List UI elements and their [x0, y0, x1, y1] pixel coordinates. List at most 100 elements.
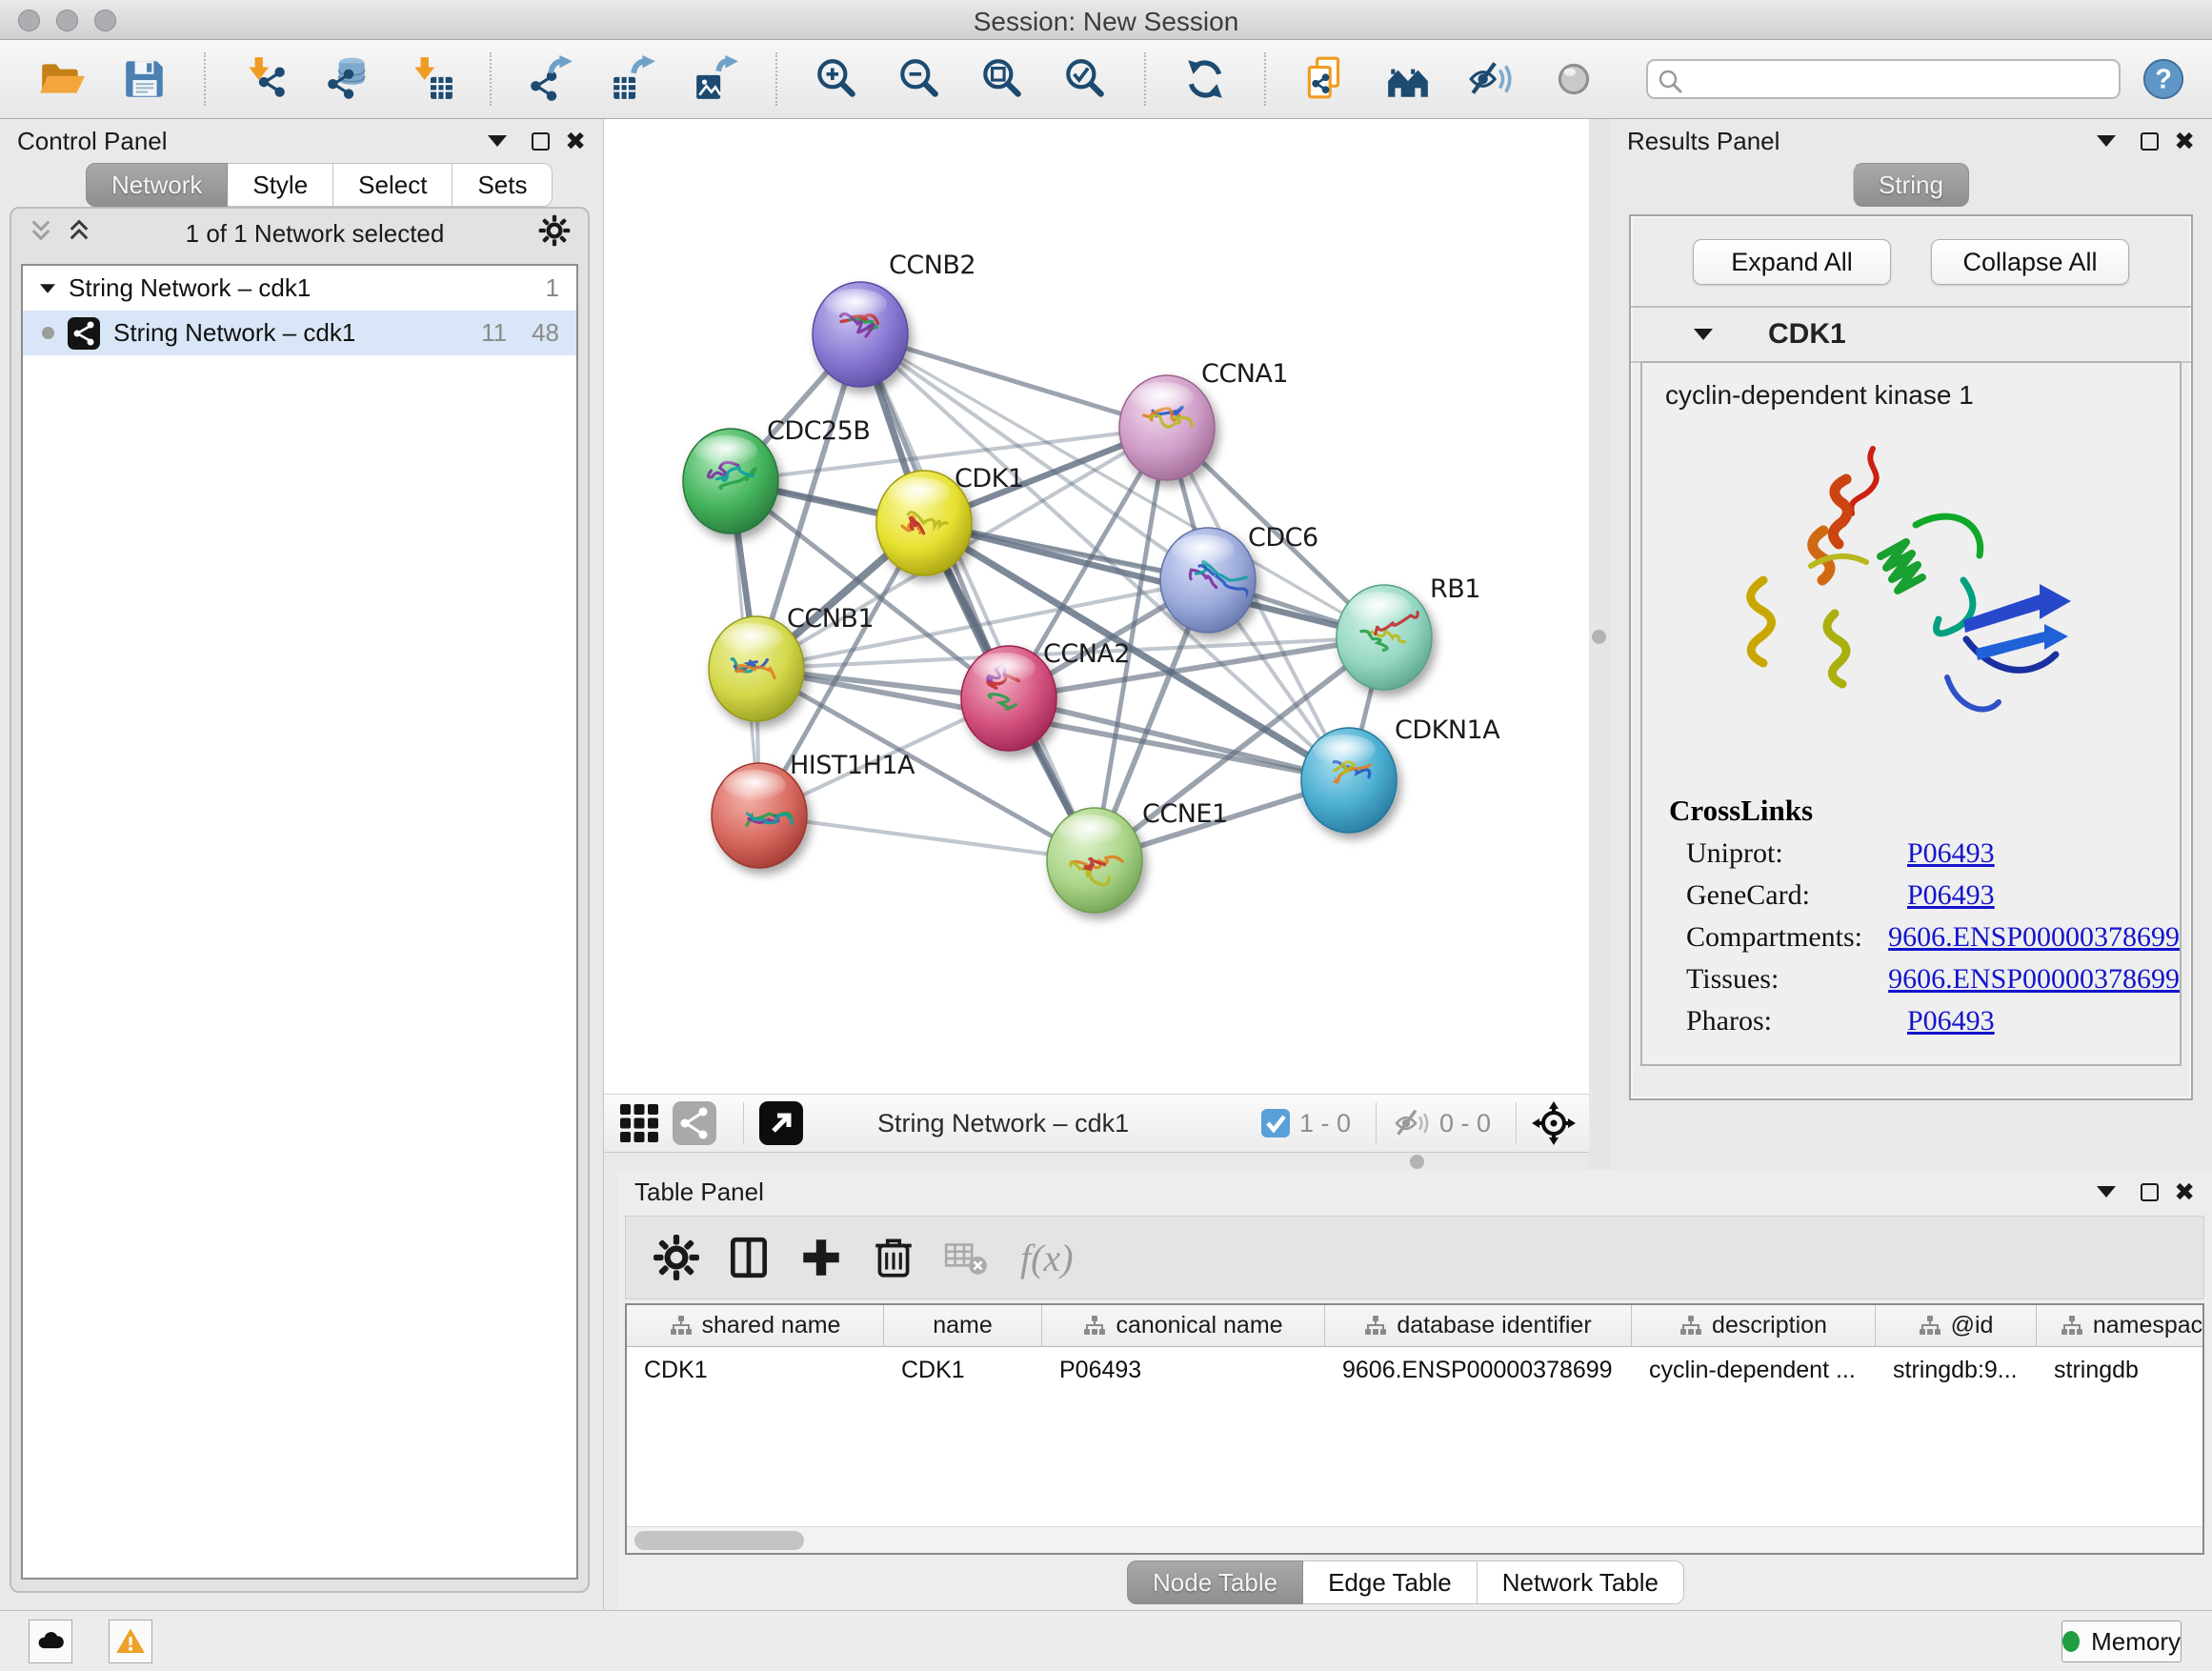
table-cell[interactable]: CDK1: [884, 1347, 1042, 1393]
column-header-namespac[interactable]: namespac: [2037, 1305, 2204, 1346]
export-table-icon[interactable]: [610, 55, 657, 103]
tab-sets[interactable]: Sets: [452, 163, 553, 207]
refresh-view-icon[interactable]: [1181, 55, 1229, 103]
toolbar-separator: [743, 1102, 744, 1144]
float-panel-icon[interactable]: [2141, 1183, 2159, 1201]
panel-menu-icon[interactable]: [488, 135, 507, 147]
import-network-database-icon[interactable]: [324, 55, 372, 103]
network-view-canvas[interactable]: CCNB2CCNA1CDC25BCDK1CDC6RB1CCNB1CCNA2CDK…: [604, 119, 1589, 1094]
network-edge-CCNB2-CCNE1[interactable]: [860, 334, 1095, 860]
network-options-gear-icon[interactable]: [538, 214, 571, 253]
birds-eye-view-icon[interactable]: [759, 1101, 803, 1145]
panel-menu-icon[interactable]: [2097, 1186, 2116, 1198]
search-input[interactable]: [1690, 61, 2111, 97]
function-builder-icon-disabled[interactable]: f(x): [1020, 1236, 1074, 1280]
column-header-name[interactable]: name: [884, 1305, 1042, 1346]
grid-view-icon[interactable]: [617, 1101, 661, 1145]
first-neighbors-icon[interactable]: [1384, 55, 1432, 103]
table-cell[interactable]: P06493: [1042, 1347, 1325, 1393]
zoom-out-icon[interactable]: [895, 55, 943, 103]
pan-target-icon[interactable]: [1532, 1101, 1576, 1145]
crosslink-link[interactable]: P06493: [1907, 837, 1995, 870]
crosslink-link[interactable]: 9606.ENSP00000378699: [1888, 963, 2180, 996]
network-node-CCNA2[interactable]: [961, 646, 1056, 751]
network-node-CCNA1[interactable]: [1119, 375, 1215, 480]
table-horizontal-scrollbar[interactable]: [627, 1526, 2202, 1553]
collapse-all-networks-icon[interactable]: [29, 219, 53, 249]
delete-column-icon[interactable]: [870, 1234, 917, 1281]
tab-node-table[interactable]: Node Table: [1127, 1560, 1303, 1604]
hide-selected-icon[interactable]: [1467, 55, 1515, 103]
column-header-canonical-name[interactable]: canonical name: [1042, 1305, 1325, 1346]
crosslink-link[interactable]: 9606.ENSP00000378699: [1888, 921, 2180, 954]
panel-divider-vertical[interactable]: [1589, 119, 1610, 1170]
network-edge-CCNE1-HIST1H1A[interactable]: [759, 815, 1095, 860]
memory-button[interactable]: Memory: [2061, 1621, 2182, 1662]
tab-style[interactable]: Style: [228, 163, 333, 207]
crosslink-label: Tissues:: [1686, 963, 1888, 996]
network-node-CDC6[interactable]: [1160, 528, 1256, 633]
hidden-eye-icon[interactable]: [1392, 1104, 1430, 1142]
zoom-selected-icon[interactable]: [1061, 55, 1109, 103]
table-cell[interactable]: stringdb:9...: [1876, 1347, 2037, 1393]
table-cell[interactable]: 9606.ENSP00000378699: [1325, 1347, 1632, 1393]
duplicate-network-icon[interactable]: [1301, 55, 1349, 103]
column-header-shared-name[interactable]: shared name: [627, 1305, 884, 1346]
expand-all-button[interactable]: Expand All: [1693, 239, 1891, 285]
panel-menu-icon[interactable]: [2097, 135, 2116, 147]
selected-checkbox-icon[interactable]: [1261, 1109, 1290, 1137]
node-label-CCNB1: CCNB1: [787, 604, 874, 634]
network-node-CDC25B[interactable]: [683, 429, 778, 534]
network-node-CCNB2[interactable]: [813, 282, 908, 387]
collection-expand-icon[interactable]: [40, 284, 55, 293]
table-cell[interactable]: CDK1: [627, 1347, 884, 1393]
tab-network[interactable]: Network: [86, 163, 228, 207]
close-panel-icon[interactable]: ✖: [2174, 129, 2195, 153]
export-image-icon[interactable]: [693, 55, 740, 103]
save-session-icon[interactable]: [121, 55, 169, 103]
float-panel-icon[interactable]: [2141, 132, 2159, 151]
column-header-database-identifier[interactable]: database identifier: [1325, 1305, 1632, 1346]
panel-divider-horizontal[interactable]: [604, 1153, 1589, 1170]
open-session-icon[interactable]: [38, 55, 86, 103]
node-table: shared namenamecanonical namedatabase id…: [625, 1303, 2204, 1555]
help-icon[interactable]: ?: [2142, 57, 2185, 101]
export-network-icon[interactable]: [527, 55, 574, 103]
import-table-file-icon[interactable]: [407, 55, 454, 103]
collapse-all-button[interactable]: Collapse All: [1931, 239, 2129, 285]
import-network-file-icon[interactable]: [241, 55, 289, 103]
table-cell[interactable]: stringdb: [2037, 1347, 2204, 1393]
cloud-status-button[interactable]: [29, 1620, 72, 1663]
column-header-description[interactable]: description: [1632, 1305, 1876, 1346]
close-panel-icon[interactable]: ✖: [2174, 1179, 2195, 1204]
toolbar-separator: [1376, 1102, 1377, 1144]
delete-table-icon-disabled[interactable]: [942, 1234, 990, 1281]
network-collection-row[interactable]: String Network – cdk1 1: [23, 266, 576, 311]
tab-string[interactable]: String: [1853, 163, 1969, 207]
crosslink-link[interactable]: P06493: [1907, 879, 1995, 912]
create-column-icon[interactable]: [797, 1234, 845, 1281]
float-panel-icon[interactable]: [532, 132, 550, 151]
warnings-button[interactable]: [109, 1620, 152, 1663]
network-node-RB1[interactable]: [1337, 585, 1432, 690]
network-node-CDKN1A[interactable]: [1301, 728, 1397, 833]
tab-edge-table[interactable]: Edge Table: [1303, 1560, 1478, 1604]
collapse-gene-icon[interactable]: [1694, 329, 1713, 340]
show-all-icon[interactable]: [1550, 55, 1598, 103]
expand-all-networks-icon[interactable]: [67, 219, 91, 249]
string-style-icon[interactable]: [673, 1101, 716, 1145]
table-cell[interactable]: cyclin-dependent ...: [1632, 1347, 1876, 1393]
close-panel-icon[interactable]: ✖: [565, 129, 586, 153]
network-node-CCNE1[interactable]: [1047, 808, 1142, 913]
column-header--id[interactable]: @id: [1876, 1305, 2037, 1346]
show-columns-icon[interactable]: [725, 1234, 773, 1281]
zoom-in-icon[interactable]: [813, 55, 860, 103]
table-options-gear-icon[interactable]: [653, 1234, 700, 1281]
network-row[interactable]: String Network – cdk1 11 48: [23, 311, 576, 355]
zoom-fit-icon[interactable]: [978, 55, 1026, 103]
scrollbar-thumb[interactable]: [634, 1531, 804, 1550]
tab-network-table[interactable]: Network Table: [1478, 1560, 1684, 1604]
crosslink-link[interactable]: P06493: [1907, 1005, 1995, 1037]
tab-select[interactable]: Select: [333, 163, 452, 207]
gene-section-header[interactable]: CDK1: [1631, 308, 2191, 363]
